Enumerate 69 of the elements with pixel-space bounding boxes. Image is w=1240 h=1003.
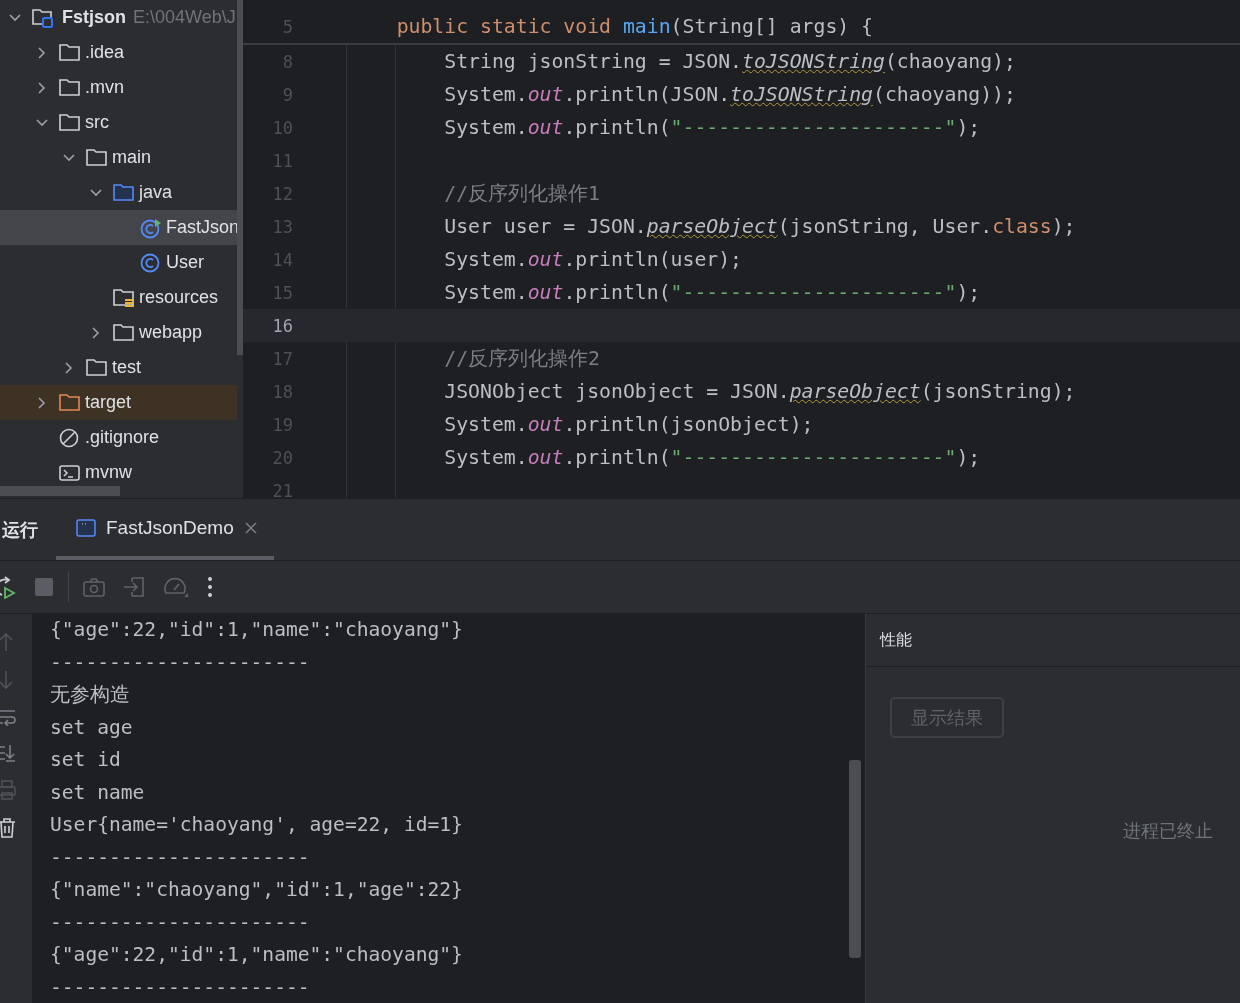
tree-item[interactable]: User <box>0 245 237 280</box>
tree-item[interactable]: test <box>0 350 237 385</box>
window-icon <box>76 518 96 537</box>
tree-item[interactable]: .idea <box>0 35 237 70</box>
class-run-icon <box>139 216 163 239</box>
line-number: 16 <box>271 315 293 336</box>
scrollbar[interactable] <box>849 760 861 958</box>
folder-icon <box>58 391 82 414</box>
tree-item[interactable]: webapp <box>0 315 237 350</box>
project-name[interactable]: Fstjson <box>62 7 126 28</box>
trash-icon[interactable] <box>0 818 16 838</box>
tree-item[interactable]: java <box>0 175 237 210</box>
console-line: ---------------------- <box>50 909 311 936</box>
code-line: //反序列化操作1 <box>443 181 600 207</box>
console-line: set name <box>50 779 146 806</box>
code-line: System.out.println("----------------------"); <box>443 281 981 304</box>
tree-item[interactable]: .mvn <box>0 70 237 105</box>
code-line: User user = JSON.parseObject(jsonString, User.class); <box>443 215 1076 238</box>
scrollbar[interactable] <box>237 0 243 355</box>
soft-wrap-icon[interactable] <box>0 708 16 726</box>
project-path: E:\004Web\J <box>133 7 236 28</box>
close-icon[interactable] <box>243 520 258 535</box>
tree-item[interactable]: resources <box>0 280 237 315</box>
tree-item[interactable]: main <box>0 140 237 175</box>
folder-icon <box>58 41 82 64</box>
console-line: {"age":22,"id":1,"name":"chaoyang"} <box>50 942 464 968</box>
console-line: {"age":22,"id":1,"name":"chaoyang"} <box>50 617 464 643</box>
console-line: {"name":"chaoyang","id":1,"age":22} <box>50 877 464 903</box>
code-line: JSONObject jsonObject = JSON.parseObject(jsonString); <box>443 380 1076 403</box>
code-line: System.out.println(JSON.toJSONString(chaoyang)); <box>443 83 1016 106</box>
rerun-icon[interactable] <box>0 575 16 599</box>
profiler-title: 性能 <box>880 629 912 650</box>
process-status: 进程已终止 <box>1123 820 1213 843</box>
tree-item[interactable]: FastJson <box>0 210 237 245</box>
panel-title: 运行 <box>2 518 39 542</box>
enter-icon[interactable] <box>123 576 145 598</box>
console-line: set id <box>50 747 122 773</box>
gauge-icon[interactable] <box>163 576 189 598</box>
tree-item[interactable]: mvnw <box>0 455 237 490</box>
stop-icon[interactable] <box>34 577 54 597</box>
module-icon <box>31 6 55 29</box>
console-line: 无参构造 <box>50 682 131 708</box>
code-line: String jsonString = JSON.toJSONString(chaoyang); <box>443 50 1016 73</box>
scroll-to-end-icon[interactable] <box>0 744 16 762</box>
tree-item[interactable]: src <box>0 105 237 140</box>
resources-folder-icon <box>112 286 136 309</box>
console-line: ---------------------- <box>50 844 311 871</box>
folder-icon <box>85 356 109 379</box>
camera-icon[interactable] <box>83 577 105 597</box>
folder-icon <box>58 76 82 99</box>
folder-icon <box>112 321 136 344</box>
folder-icon <box>58 111 82 134</box>
run-tab[interactable]: FastJsonDemo <box>56 499 274 560</box>
code-line: System.out.println("----------------------"); <box>443 116 981 139</box>
tree-item[interactable]: target <box>0 385 237 420</box>
code-line: System.out.println("----------------------"); <box>443 446 981 469</box>
code-line: //反序列化操作2 <box>443 346 600 372</box>
code-line: System.out.println(jsonObject); <box>443 413 814 436</box>
console-line: User{name='chaoyang', age=22, id=1} <box>50 812 464 838</box>
code-line: System.out.println(user); <box>443 248 742 271</box>
folder-icon <box>112 181 136 204</box>
console-line: ---------------------- <box>50 974 311 1001</box>
scrollbar[interactable] <box>0 486 120 496</box>
console-line: set age <box>50 714 134 741</box>
tree-item[interactable]: .gitignore <box>0 420 237 455</box>
more-icon[interactable] <box>207 576 213 598</box>
folder-icon <box>85 146 109 169</box>
console-line: ---------------------- <box>50 649 311 676</box>
code-line: public static void main(String[] args) { <box>395 15 874 38</box>
